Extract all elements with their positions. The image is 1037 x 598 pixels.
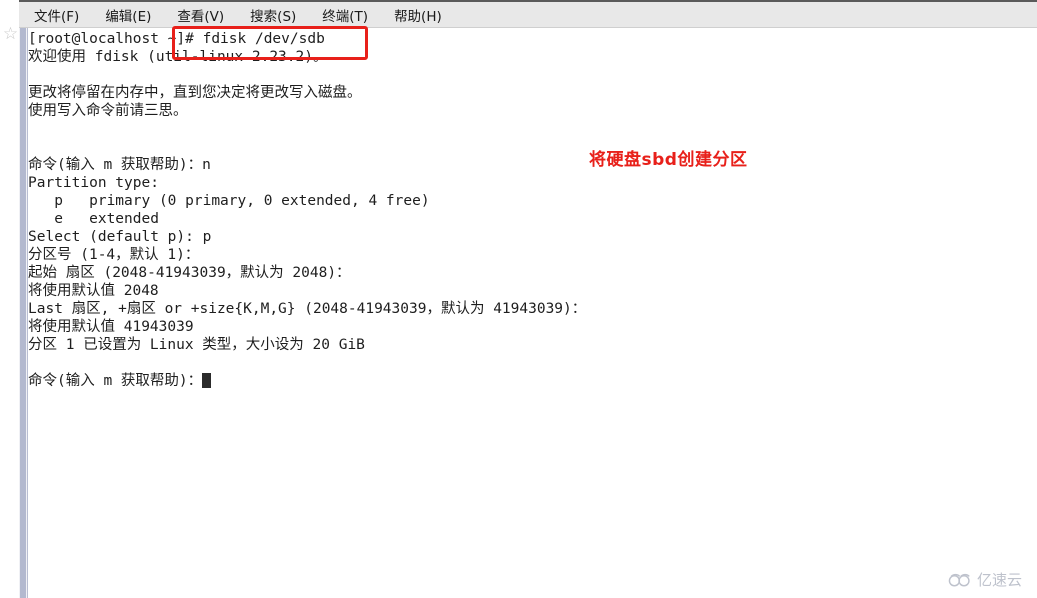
menu-item-terminal[interactable]: 终端(T) (320, 3, 370, 27)
menu-item-view[interactable]: 查看(V) (175, 3, 226, 27)
terminal-line: p primary (0 primary, 0 extended, 4 free… (28, 193, 430, 209)
terminal-line: [root@localhost ~]# fdisk /dev/sdb (28, 31, 325, 47)
cloud-icon (948, 573, 970, 586)
star-icon[interactable]: ☆ (1, 25, 20, 44)
terminal-prompt-text: 命令(输入 m 获取帮助)： (28, 373, 203, 389)
terminal-line: 分区号 (1-4，默认 1)： (28, 247, 200, 263)
terminal-window: 文件(F) 编辑(E) 查看(V) 搜索(S) 终端(T) 帮助(H) [roo… (19, 0, 1037, 598)
terminal-line: 起始 扇区 (2048-41943039，默认为 2048)： (28, 265, 351, 281)
menu-item-edit[interactable]: 编辑(E) (103, 3, 153, 27)
left-gutter: ☆ (0, 0, 19, 598)
menu-item-file[interactable]: 文件(F) (32, 3, 81, 27)
terminal-cursor (202, 373, 212, 388)
terminal-scrollbar-thumb[interactable] (20, 28, 26, 598)
menu-item-help[interactable]: 帮助(H) (392, 3, 444, 27)
terminal-line: 命令(输入 m 获取帮助)：n (28, 157, 211, 173)
terminal-line: e extended (28, 211, 159, 227)
terminal-line: 欢迎使用 fdisk (util-linux 2.23.2)。 (28, 49, 328, 65)
terminal-line: 将使用默认值 41943039 (28, 319, 194, 335)
terminal-line: 更改将停留在内存中，直到您决定将更改写入磁盘。 (28, 85, 362, 101)
terminal-scrollbar[interactable] (19, 28, 28, 598)
terminal-line: 使用写入命令前请三思。 (28, 103, 188, 119)
watermark-text: 亿速云 (976, 571, 1022, 589)
menu-item-search[interactable]: 搜索(S) (248, 3, 298, 27)
terminal-line: Last 扇区, +扇区 or +size{K,M,G} (2048-41943… (28, 301, 587, 317)
terminal-line: Select (default p): p (28, 229, 212, 245)
terminal-line: 分区 1 已设置为 Linux 类型，大小设为 20 GiB (28, 337, 365, 353)
terminal-output-area[interactable]: [root@localhost ~]# fdisk /dev/sdb 欢迎使用 … (28, 28, 1037, 598)
watermark: 亿速云 (947, 569, 1022, 590)
terminal-line-list: [root@localhost ~]# fdisk /dev/sdb 欢迎使用 … (28, 30, 1028, 390)
menu-bar: 文件(F) 编辑(E) 查看(V) 搜索(S) 终端(T) 帮助(H) (19, 0, 1037, 28)
terminal-line: Partition type: (28, 175, 159, 191)
red-annotation-label: 将硬盘sbd创建分区 (589, 150, 748, 170)
terminal-line: 将使用默认值 2048 (28, 283, 159, 299)
terminal-prompt-line: 命令(输入 m 获取帮助)： (28, 372, 1028, 390)
